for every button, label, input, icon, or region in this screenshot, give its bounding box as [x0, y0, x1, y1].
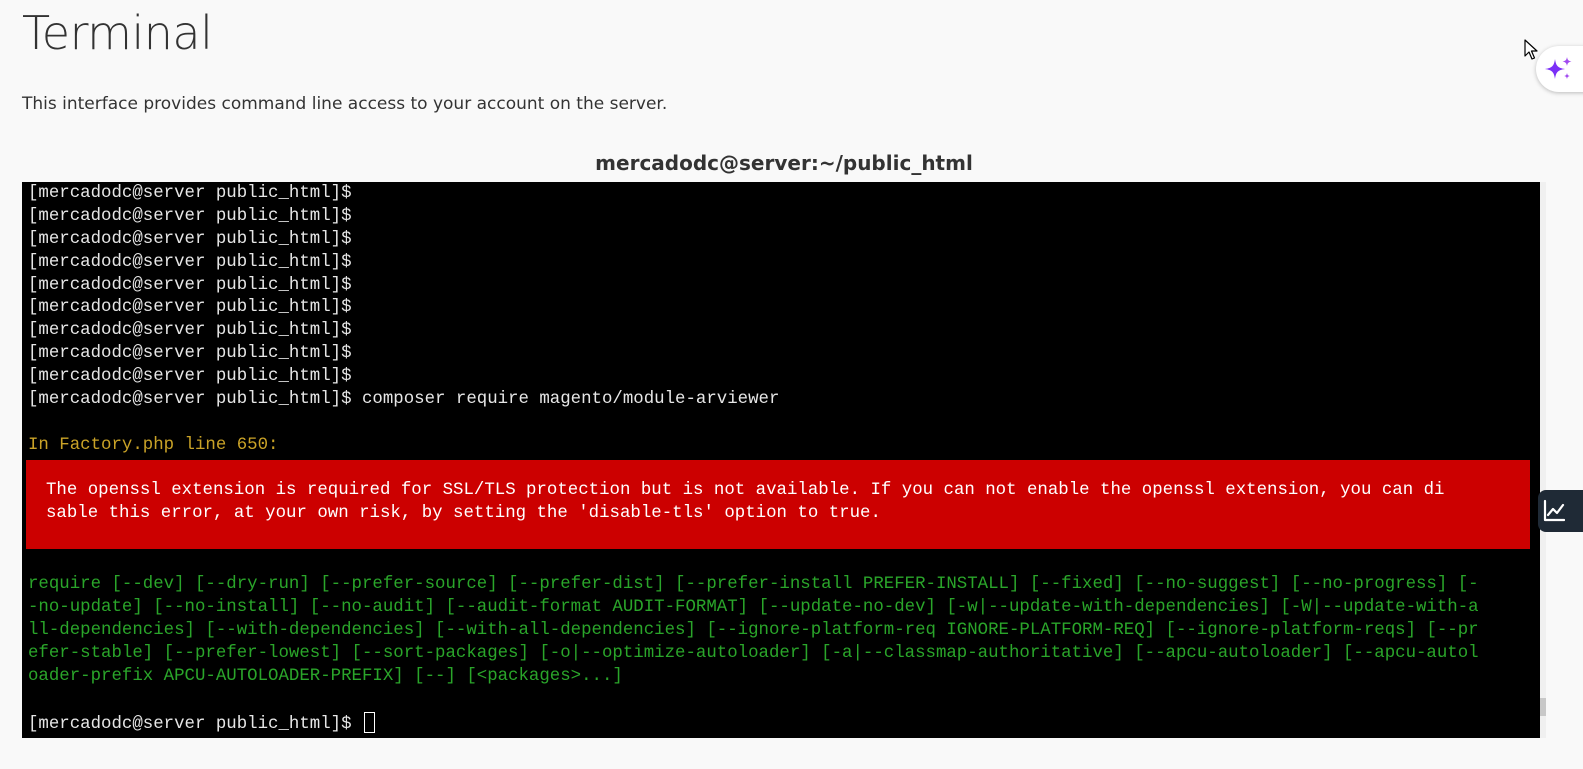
terminal-prompt-line: [mercadodc@server public_html]$ [28, 321, 352, 341]
ai-assistant-button[interactable] [1536, 46, 1583, 92]
terminal-prompt-line: [mercadodc@server public_html]$ [28, 344, 352, 364]
terminal-heading: mercadodc@server:~/public_html [595, 151, 973, 175]
terminal-error-line: sable this error, at your own risk, by s… [46, 503, 881, 523]
terminal-usage-line: ll-dependencies] [--with-dependencies] [… [28, 621, 1479, 641]
terminal-page: Terminal This interface provides command… [0, 0, 1583, 769]
terminal-error-line: The openssl extension is required for SS… [46, 480, 1445, 500]
terminal-window[interactable]: [mercadodc@server public_html]$ [mercadod… [22, 182, 1540, 738]
terminal-prompt-line: [mercadodc@server public_html]$ [28, 275, 352, 295]
terminal-input-line[interactable]: [mercadodc@server public_html]$ [28, 711, 1540, 735]
terminal-usage-line: require [--dev] [--dry-run] [--prefer-so… [28, 575, 1479, 595]
terminal-usage-line: oader-prefix APCU-AUTOLOADER-PREFIX] [--… [28, 666, 623, 686]
stats-button[interactable] [1538, 490, 1583, 532]
sparkle-icon [1545, 57, 1572, 79]
terminal-prompt-line: [mercadodc@server public_html]$ [28, 252, 352, 272]
page-title: Terminal [22, 6, 213, 60]
terminal-prompt-line: [mercadodc@server public_html]$ [28, 367, 352, 387]
chart-line-icon [1543, 499, 1565, 522]
terminal-error-block: The openssl extension is required for SS… [26, 459, 1530, 550]
terminal-warning-line: In Factory.php line 650: [28, 435, 279, 455]
terminal-prompt-line: [mercadodc@server public_html]$ [28, 298, 352, 318]
terminal-cursor [363, 711, 375, 733]
terminal-prompt-line: [mercadodc@server public_html]$ [28, 229, 352, 249]
page-description: This interface provides command line acc… [22, 94, 668, 114]
terminal-scrollbar-thumb[interactable] [1540, 698, 1546, 716]
terminal-history: [mercadodc@server public_html]$ [mercadod… [28, 183, 1540, 389]
terminal-command-line: [mercadodc@server public_html]$ composer… [28, 390, 780, 410]
terminal-scrollbar[interactable] [1540, 182, 1546, 738]
terminal-prompt-line: [mercadodc@server public_html]$ [28, 206, 352, 226]
terminal-final-prompt: [mercadodc@server public_html]$ [28, 714, 362, 734]
terminal-prompt-line: [mercadodc@server public_html]$ [28, 184, 352, 203]
terminal-usage-block: require [--dev] [--dry-run] [--prefer-so… [28, 574, 1540, 688]
terminal-usage-line: -no-update] [--no-install] [--no-audit] … [28, 598, 1479, 618]
terminal-usage-line: efer-stable] [--prefer-lowest] [--sort-p… [28, 644, 1479, 664]
